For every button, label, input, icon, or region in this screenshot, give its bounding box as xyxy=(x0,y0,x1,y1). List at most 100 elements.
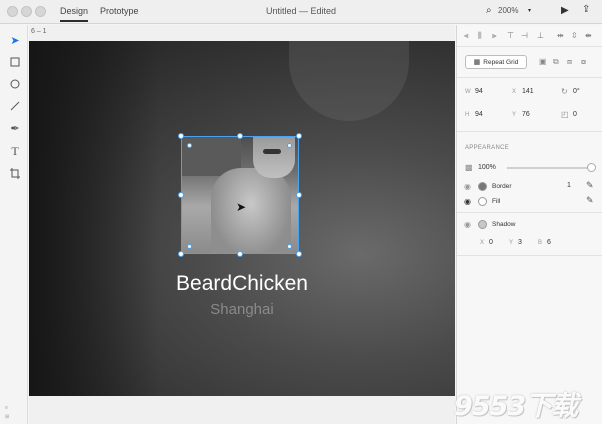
tab-design[interactable]: Design xyxy=(60,6,89,22)
shadow-y-label: Y xyxy=(509,240,514,246)
y-field[interactable]: 76 xyxy=(522,111,530,118)
corner-radius-handle[interactable] xyxy=(287,143,292,148)
y-label: Y xyxy=(512,112,517,118)
fill-color-swatch[interactable] xyxy=(478,197,487,206)
share-icon[interactable]: ⇪ xyxy=(582,5,590,15)
eyedropper-icon[interactable]: ✎ xyxy=(586,180,594,191)
shadow-x-label: X xyxy=(480,240,485,246)
corner-radius-field[interactable]: 0 xyxy=(573,111,577,118)
property-inspector: ⫷ ⫼ ⫸ ⊤ ⊣ ⊥ ⇹ ⇳ ⇼ ▦ Repeat Grid ▣ ⧉ ⧈ ⧇ … xyxy=(456,25,602,424)
site-watermark-logo: 9553下载 xyxy=(454,391,578,422)
rectangle-tool-icon[interactable] xyxy=(8,55,22,69)
divider xyxy=(457,212,602,213)
x-label: X xyxy=(512,89,517,95)
background-neck xyxy=(289,41,409,121)
opacity-field[interactable]: 100% xyxy=(478,164,496,171)
repeat-grid-label: Repeat Grid xyxy=(483,58,519,66)
appearance-title: APPEARANCE xyxy=(465,145,510,151)
align-center-icon[interactable]: ⫼ xyxy=(478,31,482,41)
layers-icon[interactable]: ≡ xyxy=(5,405,8,411)
tab-prototype[interactable]: Prototype xyxy=(100,6,139,16)
play-icon[interactable]: ▶ xyxy=(561,6,569,16)
opacity-slider[interactable] xyxy=(507,167,593,169)
x-field[interactable]: 141 xyxy=(522,88,534,95)
distribute-vertical-icon[interactable]: ⇳ xyxy=(571,31,578,40)
grid-icon: ▦ xyxy=(473,59,481,66)
symbols-icon[interactable]: ⊞ xyxy=(5,414,9,420)
corner-radius-handle[interactable] xyxy=(187,143,192,148)
artboard[interactable]: ➤ BeardChicken Shanghai xyxy=(29,41,455,396)
shadow-x-field[interactable]: 0 xyxy=(489,239,493,246)
eyedropper-icon[interactable]: ✎ xyxy=(586,195,594,206)
resize-handle-bottom-right[interactable] xyxy=(296,251,302,257)
shadow-color-swatch[interactable] xyxy=(478,220,487,229)
corner-radius-handle[interactable] xyxy=(287,244,292,249)
divider xyxy=(457,77,602,78)
select-tool-icon[interactable]: ➤ xyxy=(8,33,22,47)
text-tool-icon[interactable]: T xyxy=(8,144,22,158)
close-window-button[interactable] xyxy=(7,6,18,17)
align-right-icon[interactable]: ⫸ xyxy=(492,31,497,41)
opacity-icon: ▩ xyxy=(465,163,473,172)
intersect-icon[interactable]: ⧇ xyxy=(581,57,586,67)
pen-tool-icon[interactable]: ✒ xyxy=(8,121,22,135)
border-label: Border xyxy=(492,183,512,190)
shadow-label: Shadow xyxy=(492,221,516,228)
add-icon[interactable]: ⧉ xyxy=(553,57,559,67)
align-middle-icon[interactable]: ⊣ xyxy=(521,31,528,40)
distribute-horizontal-icon[interactable]: ⇹ xyxy=(557,31,564,40)
resize-handle-top-right[interactable] xyxy=(296,133,302,139)
shadow-visibility-icon[interactable]: ◉ xyxy=(464,220,471,229)
height-field[interactable]: 94 xyxy=(475,111,483,118)
corner-radius-handle[interactable] xyxy=(187,244,192,249)
minimize-window-button[interactable] xyxy=(21,6,32,17)
repeat-grid-button[interactable]: ▦ Repeat Grid xyxy=(465,55,527,69)
rotate-icon: ↻ xyxy=(561,87,568,96)
resize-handle-right[interactable] xyxy=(296,192,302,198)
chevron-down-icon[interactable]: ▾ xyxy=(528,8,531,14)
fill-label: Fill xyxy=(492,198,501,205)
resize-handle-bottom-left[interactable] xyxy=(178,251,184,257)
height-label: H xyxy=(465,112,470,118)
width-label: W xyxy=(465,89,471,95)
zoom-window-button[interactable] xyxy=(35,6,46,17)
align-toolbar: ⫷ ⫼ ⫸ ⊤ ⊣ ⊥ ⇹ ⇳ ⇼ xyxy=(457,25,602,47)
selection-box xyxy=(181,136,299,254)
app-window: Design Prototype Untitled — Edited ⌕ 200… xyxy=(0,0,602,424)
zoom-level[interactable]: 200% xyxy=(498,6,518,15)
mouse-cursor-icon: ➤ xyxy=(236,200,247,214)
search-icon[interactable]: ⌕ xyxy=(486,6,492,16)
canvas[interactable]: 6 – 1 ➤ BeardChicken Shanghai xyxy=(29,25,455,424)
shadow-blur-label: B xyxy=(538,240,543,246)
artboard-tool-icon[interactable] xyxy=(8,166,22,180)
border-visibility-icon[interactable]: ◉ xyxy=(464,182,471,191)
title-bar: Design Prototype Untitled — Edited ⌕ 200… xyxy=(0,0,602,24)
shadow-y-field[interactable]: 3 xyxy=(518,239,522,246)
tool-bar: ➤ ✒ T ≡ ⊞ xyxy=(0,25,28,424)
resize-handle-top-left[interactable] xyxy=(178,133,184,139)
mask-icon[interactable]: ▣ xyxy=(539,57,547,66)
subtract-icon[interactable]: ⧈ xyxy=(567,57,572,67)
artboard-label[interactable]: 6 – 1 xyxy=(31,28,47,35)
background-shadow xyxy=(29,41,159,396)
border-width-field[interactable]: 1 xyxy=(567,182,571,189)
resize-handle-bottom[interactable] xyxy=(237,251,243,257)
name-text[interactable]: BeardChicken xyxy=(29,272,455,296)
fill-visibility-icon[interactable]: ◉ xyxy=(464,197,471,206)
line-tool-icon[interactable] xyxy=(8,99,22,113)
divider xyxy=(457,131,602,132)
city-text[interactable]: Shanghai xyxy=(29,301,455,318)
align-bottom-icon[interactable]: ⊥ xyxy=(537,31,544,40)
resize-handle-top[interactable] xyxy=(237,133,243,139)
align-left-icon[interactable]: ⫷ xyxy=(464,31,469,41)
ellipse-tool-icon[interactable] xyxy=(8,77,22,91)
rotation-field[interactable]: 0° xyxy=(573,88,580,95)
align-top-icon[interactable]: ⊤ xyxy=(507,31,514,40)
opacity-slider-handle[interactable] xyxy=(587,163,596,172)
border-color-swatch[interactable] xyxy=(478,182,487,191)
corner-radius-icon: ◰ xyxy=(561,110,569,119)
distribute-spacing-icon[interactable]: ⇼ xyxy=(585,31,592,40)
resize-handle-left[interactable] xyxy=(178,192,184,198)
width-field[interactable]: 94 xyxy=(475,88,483,95)
shadow-blur-field[interactable]: 6 xyxy=(547,239,551,246)
